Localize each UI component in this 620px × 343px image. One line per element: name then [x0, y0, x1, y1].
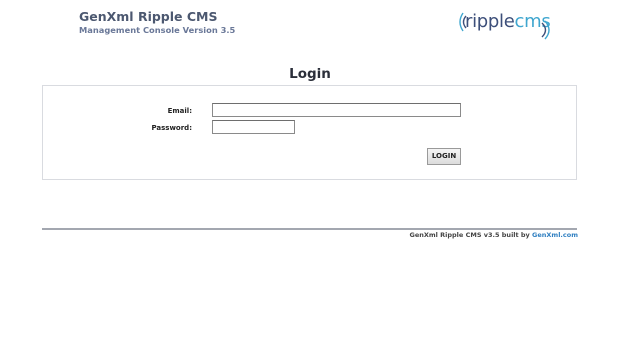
footer: GenXml Ripple CMS v3.5 built by GenXml.c…: [410, 231, 579, 239]
logo-right-waves-icon: [541, 20, 550, 40]
app-title: GenXml Ripple CMS: [79, 10, 235, 24]
password-label: Password:: [151, 124, 192, 132]
app-title-prefix: Gen: [79, 9, 107, 24]
footer-divider: [42, 228, 577, 230]
brand: GenXml Ripple CMS Management Console Ver…: [79, 10, 235, 36]
app-title-rest: Ripple CMS: [133, 9, 218, 24]
login-panel: [42, 85, 577, 180]
email-label: Email:: [167, 107, 192, 115]
logo-ripple: ripple: [465, 11, 515, 32]
footer-text: GenXml Ripple CMS v3.5 built by: [409, 231, 533, 239]
login-button[interactable]: LOGIN: [427, 148, 461, 165]
email-input[interactable]: [212, 103, 461, 117]
header: GenXml Ripple CMS Management Console Ver…: [0, 0, 620, 60]
password-input[interactable]: [212, 120, 295, 134]
page-title: Login: [289, 66, 331, 82]
ripplecms-logo: ripplecms: [455, 6, 555, 40]
app-title-bold: Xml: [106, 9, 134, 24]
logo-text: ripplecms: [465, 11, 551, 33]
genxml-link[interactable]: GenXml.com: [532, 231, 578, 239]
app-subtitle: Management Console Version 3.5: [79, 25, 236, 35]
